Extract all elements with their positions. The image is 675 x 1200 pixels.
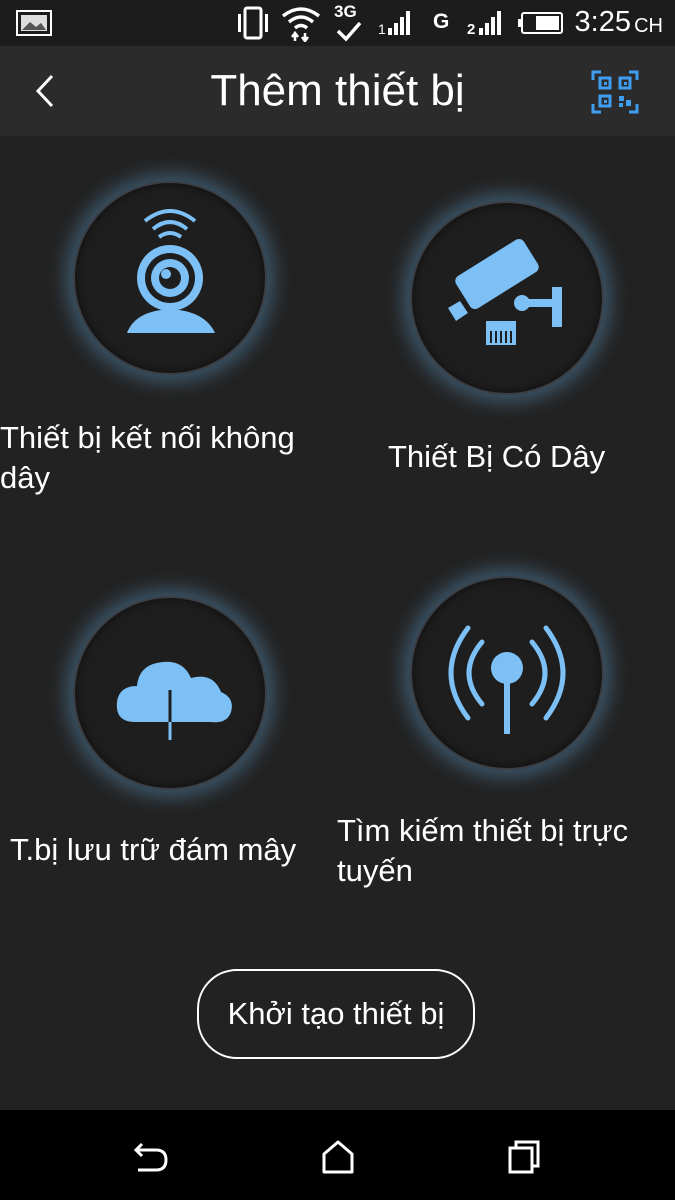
- option-online-search[interactable]: Tìm kiếm thiết bị trực tuyến: [335, 556, 675, 916]
- vibrate-icon: [238, 6, 268, 40]
- signal-icon: 1: [378, 11, 410, 36]
- wifi-icon: [281, 7, 321, 42]
- svg-text:2: 2: [467, 21, 475, 36]
- option-wireless-device[interactable]: Thiết bị kết nối không dây: [0, 136, 340, 516]
- option-icon-circle: [73, 596, 267, 790]
- initialize-device-button[interactable]: Khởi tạo thiết bị: [197, 969, 475, 1059]
- option-label: Thiết bị kết nối không dây: [0, 420, 295, 495]
- option-icon-circle: [73, 181, 267, 375]
- app-header: Thêm thiết bị: [0, 46, 675, 136]
- option-cloud-device[interactable]: T.bị lưu trữ đám mây: [0, 556, 340, 916]
- qr-code-icon[interactable]: [591, 70, 639, 114]
- option-wired-device[interactable]: Thiết Bị Có Dây: [340, 136, 675, 516]
- gallery-icon: [16, 10, 52, 36]
- wireless-camera-icon: [127, 209, 215, 333]
- signal2-icon: 2: [467, 11, 501, 36]
- page-title: Thêm thiết bị: [210, 66, 465, 115]
- back-icon[interactable]: [128, 1134, 172, 1178]
- broadcast-icon: [448, 625, 566, 734]
- navigation-bar: [0, 1110, 675, 1200]
- option-icon-circle: [410, 576, 604, 770]
- home-icon[interactable]: [316, 1134, 360, 1178]
- status-bar: 3G 1 G 2 3:25 CH: [0, 0, 675, 46]
- option-label: Tìm kiếm thiết bị trực tuyến: [337, 813, 629, 888]
- 3g-icon: 3G: [332, 2, 364, 42]
- cloud-download-icon: [116, 661, 232, 741]
- svg-text:1: 1: [378, 21, 386, 36]
- option-label: T.bị lưu trữ đám mây: [10, 832, 297, 867]
- clock-ampm: CH: [634, 15, 663, 37]
- recents-icon[interactable]: [502, 1134, 546, 1178]
- device-options: Thiết bị kết nối không dây Thiết Bị Có D…: [0, 136, 675, 1110]
- battery-icon: [518, 12, 563, 34]
- wired-camera-icon: [448, 238, 562, 345]
- g-icon: G: [433, 10, 450, 33]
- option-icon-circle: [410, 201, 604, 395]
- option-label: Thiết Bị Có Dây: [388, 439, 606, 474]
- clock-time: 3:25: [574, 6, 631, 38]
